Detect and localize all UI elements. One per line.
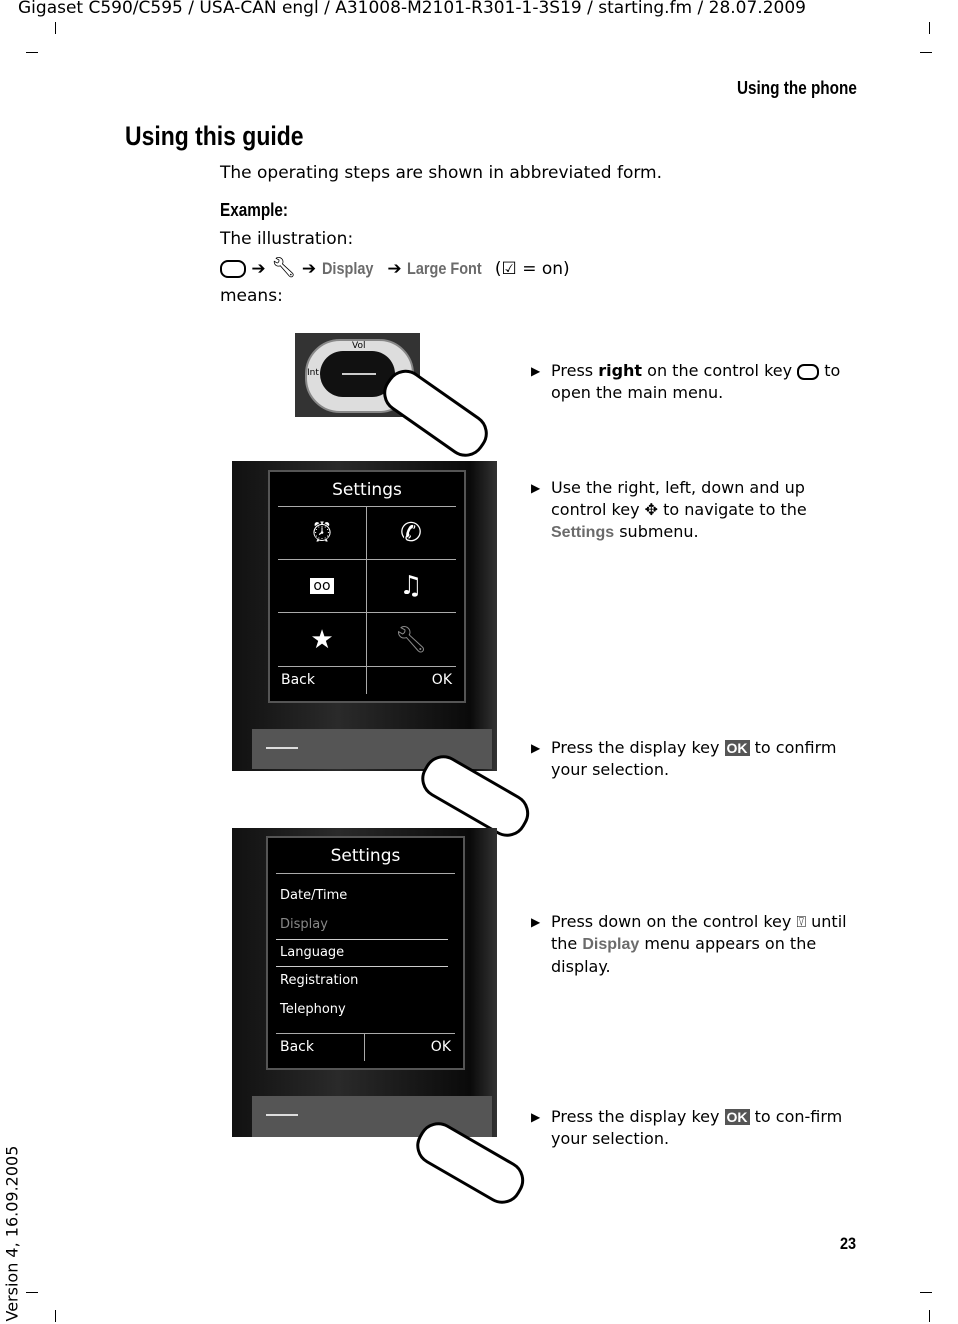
- step-3: ▶ Press the display key OK to confirm you…: [531, 738, 837, 779]
- bullet-arrow-icon: ▶: [531, 741, 541, 755]
- page-title: Using this guide: [125, 121, 304, 151]
- path-step-display: Display: [321, 259, 373, 278]
- voicemail-icon[interactable]: oo: [278, 560, 366, 612]
- softkey-ok[interactable]: OK: [432, 672, 452, 688]
- intro-text: The operating steps are shown in abbrevi…: [220, 163, 663, 183]
- crop-mark: [929, 1310, 930, 1322]
- crop-mark: [55, 1310, 56, 1322]
- section-header: Using the phone: [737, 78, 857, 98]
- example-label: Example:: [220, 200, 289, 220]
- version-label: Version 4, 16.09.2005: [2, 1145, 22, 1322]
- means-label: means:: [220, 286, 283, 306]
- wrench-icon: 🔧︎: [271, 255, 297, 279]
- star-icon[interactable]: ★: [278, 613, 366, 666]
- ok-key-icon: OK: [724, 740, 750, 756]
- bullet-arrow-icon: ▶: [531, 364, 541, 378]
- menu-path: ➔ 🔧︎ ➔ Display ➔ Large Font (☑ = on): [220, 256, 570, 280]
- phone-illustration-1: Settings ⏰︎ ✆ oo ♫ ★ 🔧︎ Back OK: [232, 461, 497, 771]
- on-text: = on): [516, 259, 570, 279]
- menu-item-registration[interactable]: Registration: [280, 973, 358, 988]
- menu-item-telephony[interactable]: Telephony: [280, 1002, 346, 1017]
- menu-item-date-time[interactable]: Date/Time: [280, 888, 347, 903]
- arrow-icon: ➔: [251, 259, 266, 279]
- doc-info-header: Gigaset C590/C595 / USA-CAN engl / A3100…: [18, 0, 806, 18]
- control-key-4way-icon: ✥: [644, 500, 659, 519]
- document-page: Gigaset C590/C595 / USA-CAN engl / A3100…: [0, 0, 958, 1324]
- crop-mark: [920, 52, 932, 53]
- wrench-icon[interactable]: 🔧︎: [367, 613, 455, 666]
- screen-title: Settings: [332, 480, 402, 500]
- control-key-down-icon: ⍔: [796, 912, 807, 931]
- path-step-large-font: Large Font: [407, 259, 482, 278]
- settings-icon-screen: Settings ⏰︎ ✆ oo ♫ ★ 🔧︎ Back OK: [268, 470, 466, 703]
- control-key-right-icon: [220, 260, 246, 278]
- phone-illustration-2: Settings Date/Time Display Language Regi…: [232, 828, 497, 1137]
- screen-title: Settings: [330, 846, 401, 866]
- alarm-clock-icon[interactable]: ⏰︎: [278, 507, 366, 559]
- softkey-back[interactable]: Back: [280, 1039, 314, 1055]
- checkbox-checked-icon: ☑: [501, 259, 517, 279]
- softkey-ok[interactable]: OK: [431, 1039, 451, 1055]
- crop-mark: [26, 1292, 38, 1293]
- crop-mark: [920, 1292, 932, 1293]
- illustration-label: The illustration:: [220, 229, 354, 249]
- arrow-icon: ➔: [301, 259, 317, 279]
- bullet-arrow-icon: ▶: [531, 481, 541, 495]
- arrow-icon: ➔: [387, 259, 402, 279]
- bullet-arrow-icon: ▶: [531, 915, 541, 929]
- call-transfer-icon[interactable]: ✆: [367, 507, 455, 559]
- step-2: ▶ Use the right, left, down and up contro…: [531, 478, 807, 541]
- bullet-arrow-icon: ▶: [531, 1110, 541, 1124]
- vol-label: Vol: [352, 341, 366, 351]
- menu-item-language[interactable]: Language: [280, 945, 344, 960]
- crop-mark: [26, 52, 38, 53]
- softkey-back[interactable]: Back: [281, 672, 315, 688]
- settings-list-screen: Settings Date/Time Display Language Regi…: [266, 836, 465, 1070]
- music-note-icon[interactable]: ♫: [367, 560, 455, 612]
- step-5: ▶ Press the display key OK to con-firm yo…: [531, 1107, 843, 1148]
- paren: (: [494, 259, 502, 279]
- step-4: ▶ Press down on the control key ⍔ until t…: [531, 912, 847, 976]
- int-label: Int: [307, 368, 319, 378]
- crop-mark: [929, 22, 930, 34]
- control-key-right-icon: [797, 363, 820, 380]
- ok-key-icon: OK: [724, 1109, 750, 1125]
- page-number: 23: [840, 1234, 857, 1253]
- step-1: ▶ Press right on the control key to open …: [531, 361, 841, 402]
- menu-item-display[interactable]: Display: [280, 917, 328, 932]
- crop-mark: [55, 22, 56, 34]
